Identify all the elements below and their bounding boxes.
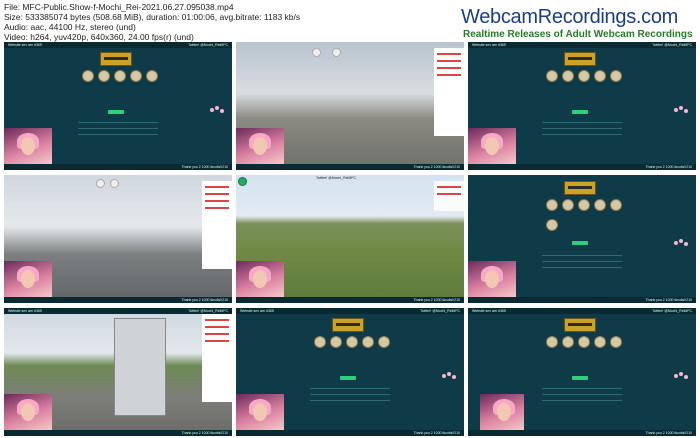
- truck: [114, 318, 166, 416]
- webcam-overlay: [236, 128, 284, 164]
- flower-icon: [442, 372, 458, 382]
- score-panel: [434, 181, 464, 211]
- flower-icon: [674, 239, 690, 249]
- map-control-icon[interactable]: [110, 179, 119, 188]
- thumbnail-4[interactable]: Thank you 2 1000 tkcoils!!210: [4, 175, 232, 303]
- thumb-bottom-bar: Thank you 2 1000 tkcoils!!210: [468, 164, 696, 170]
- settings-rows: [310, 388, 390, 406]
- thumb-top-bar: Website sex are #365 Twitter! @Mochi_ReiM…: [4, 42, 232, 48]
- game-icons: [540, 70, 622, 82]
- file-name: File: MFC-Public.Show-f-Mochi_Rei-2021.0…: [4, 2, 234, 12]
- score-panel: [202, 314, 232, 402]
- audio-info: Audio: aac, 44100 Hz, stereo (und): [4, 22, 136, 32]
- thumb-bottom-bar: Thank you 2 1000 tkcoils!!210: [4, 164, 232, 170]
- thumb-bottom-bar: Thank you 2 1000 tkcoils!!210: [468, 430, 696, 436]
- webcam-overlay: [468, 128, 516, 164]
- map-control-icon[interactable]: [332, 48, 341, 57]
- thumb-bottom-bar: Thank you 2 1000 tkcoils!!210: [468, 297, 696, 303]
- game-logo: [100, 52, 132, 66]
- thumb-top-bar: Website sex are #365 Twitter! @Mochi_ReiM…: [468, 42, 696, 48]
- settings-rows: [542, 255, 622, 273]
- flower-icon: [210, 106, 226, 116]
- webcam-overlay: [4, 394, 52, 430]
- thumbnail-5[interactable]: Twitter! @Mochi_ReiMFC Thank you 2 1000 …: [236, 175, 464, 303]
- thumb-bottom-bar: Thank you 2 1000 tkcoils!!210: [236, 297, 464, 303]
- start-button[interactable]: [572, 376, 588, 380]
- settings-rows: [78, 122, 158, 140]
- thumbnail-grid: Website sex are #365 Twitter! @Mochi_ReiM…: [4, 42, 696, 436]
- webcam-overlay: [4, 128, 52, 164]
- brand-name: WebcamRecordings.com: [461, 6, 679, 28]
- video-info: Video: h264, yuv420p, 640x360, 24.00 fps…: [4, 32, 194, 42]
- brand-tagline: Realtime Releases of Adult Webcam Record…: [463, 29, 693, 40]
- settings-rows: [542, 388, 622, 406]
- webcam-overlay: [4, 261, 52, 297]
- thumb-top-bar: Twitter! @Mochi_ReiMFC: [316, 176, 356, 180]
- file-info: File: MFC-Public.Show-f-Mochi_Rei-2021.0…: [4, 2, 300, 42]
- file-size: Size: 533385074 bytes (508.68 MiB), dura…: [4, 12, 301, 22]
- thumbnail-1[interactable]: Website sex are #365 Twitter! @Mochi_ReiM…: [4, 42, 232, 170]
- thumb-top-bar: Website sex are #365 Twitter! @Mochi_ReiM…: [236, 308, 464, 314]
- thumb-bottom-bar: Thank you 2 1000 tkcoils!!210: [236, 164, 464, 170]
- thumbnail-2[interactable]: Thank you 2 1000 tkcoils!!210: [236, 42, 464, 170]
- map-control-icon[interactable]: [238, 177, 247, 186]
- game-logo: [564, 52, 596, 66]
- thumbnail-6[interactable]: Thank you 2 1000 tkcoils!!210: [468, 175, 696, 303]
- game-icons: [540, 199, 622, 211]
- flower-icon: [674, 106, 690, 116]
- thumbnail-8[interactable]: Website sex are #365 Twitter! @Mochi_ReiM…: [236, 308, 464, 436]
- game-icons: [540, 219, 560, 231]
- thumbnail-7[interactable]: Website sex are #365 Twitter! @Mochi_ReiM…: [4, 308, 232, 436]
- game-logo: [332, 318, 364, 332]
- score-panel: [202, 181, 232, 269]
- score-panel: [434, 48, 464, 136]
- brand-logo[interactable]: WebcamRecordings.com Realtime Releases o…: [459, 6, 695, 40]
- thumb-bottom-bar: Thank you 2 1000 tkcoils!!210: [4, 430, 232, 436]
- game-icons: [76, 70, 158, 82]
- thumb-top-bar: Website sex are #365 Twitter! @Mochi_ReiM…: [468, 308, 696, 314]
- thumb-top-bar: Website sex are #365 Twitter! @Mochi_ReiM…: [4, 308, 232, 314]
- start-button[interactable]: [108, 110, 124, 114]
- start-button[interactable]: [572, 110, 588, 114]
- webcam-overlay: [236, 394, 284, 430]
- map-control-icon[interactable]: [312, 48, 321, 57]
- thumb-bottom-bar: Thank you 2 1000 tkcoils!!210: [4, 297, 232, 303]
- start-button[interactable]: [340, 376, 356, 380]
- game-icons: [308, 336, 390, 348]
- thumb-bottom-bar: Thank you 2 1000 tkcoils!!210: [236, 430, 464, 436]
- webcam-overlay: [480, 394, 524, 430]
- start-button[interactable]: [572, 241, 588, 245]
- game-icons: [540, 336, 622, 348]
- map-control-icon[interactable]: [96, 179, 105, 188]
- thumbnail-3[interactable]: Website sex are #365 Twitter! @Mochi_ReiM…: [468, 42, 696, 170]
- webcam-overlay: [468, 261, 516, 297]
- settings-rows: [542, 122, 622, 140]
- thumbnail-9[interactable]: Website sex are #365 Twitter! @Mochi_ReiM…: [468, 308, 696, 436]
- flower-icon: [674, 372, 690, 382]
- game-logo: [564, 181, 596, 195]
- game-logo: [564, 318, 596, 332]
- webcam-overlay: [236, 261, 284, 297]
